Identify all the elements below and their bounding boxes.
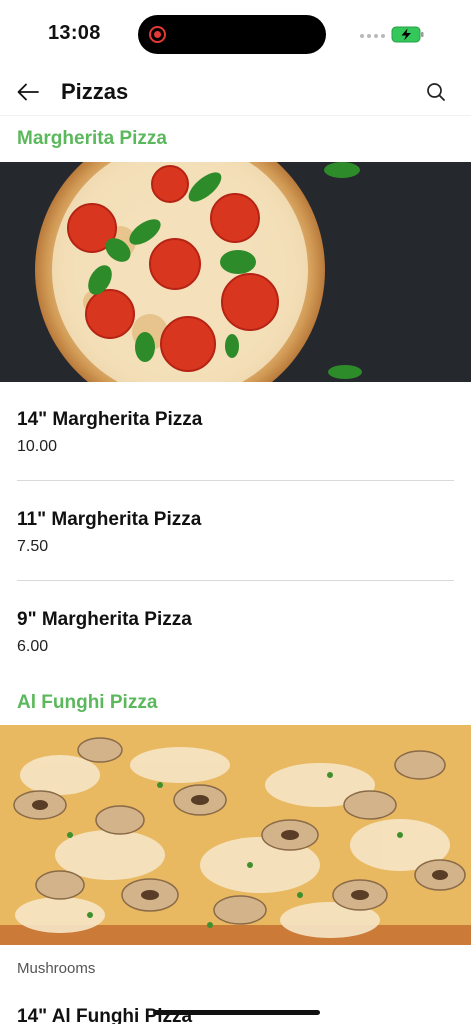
search-button[interactable]: [422, 78, 450, 106]
item-name: 11" Margherita Pizza: [17, 509, 202, 530]
signal-icon: [360, 34, 385, 38]
section-title-margherita: Margherita Pizza: [17, 128, 167, 149]
section-description: Mushrooms: [17, 960, 96, 977]
item-price: 10.00: [17, 438, 58, 455]
home-indicator: [153, 1010, 320, 1015]
menu-item[interactable]: 14" Al Funghi Pizza: [17, 1006, 192, 1024]
margherita-pizza-image: [0, 162, 471, 382]
back-button[interactable]: [13, 78, 43, 106]
menu-item[interactable]: 14" Margherita Pizza 10.00: [17, 381, 454, 481]
item-price: 6.00: [17, 638, 49, 655]
recording-icon: [149, 26, 166, 43]
dynamic-island: [138, 15, 326, 54]
search-icon: [427, 83, 445, 101]
section-title-al-funghi: Al Funghi Pizza: [17, 692, 158, 713]
al-funghi-pizza-image: [0, 725, 471, 945]
item-price: 7.50: [17, 538, 49, 555]
battery-icon: [391, 26, 424, 43]
back-arrow-icon: [17, 83, 39, 101]
item-name: 9" Margherita Pizza: [17, 609, 192, 630]
status-time: 13:08: [48, 22, 101, 44]
menu-item[interactable]: 9" Margherita Pizza 6.00: [17, 581, 454, 681]
status-bar: 13:08: [0, 0, 471, 70]
item-name: 14" Margherita Pizza: [17, 409, 203, 430]
app-header: Pizzas: [0, 70, 471, 116]
menu-item[interactable]: 11" Margherita Pizza 7.50: [17, 481, 454, 581]
page-title: Pizzas: [61, 79, 129, 104]
